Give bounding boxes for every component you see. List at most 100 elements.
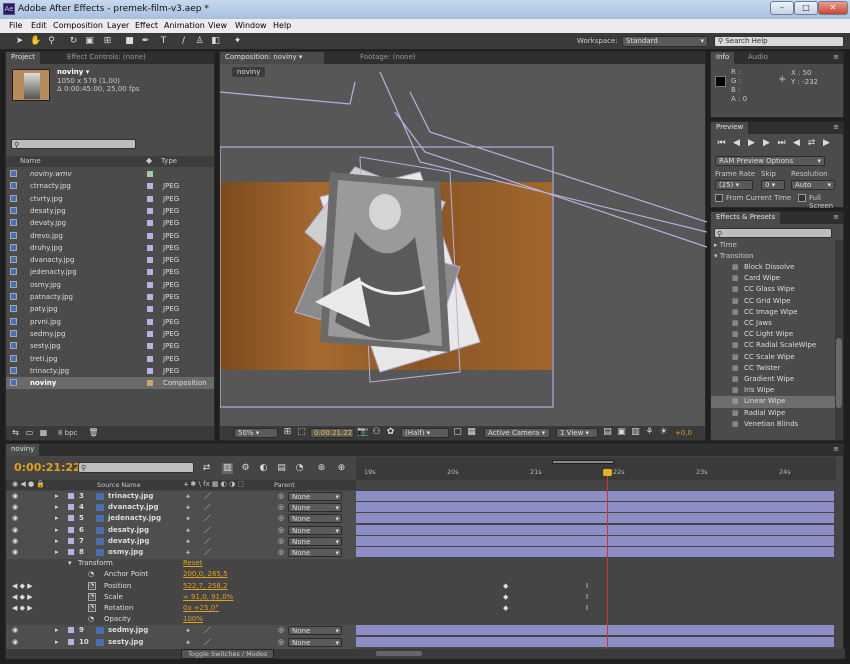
- project-list-item[interactable]: ctvrty.jpg JPEG: [6, 193, 214, 205]
- eye-icon[interactable]: ◉: [12, 514, 18, 522]
- new-composition-icon[interactable]: ▦: [38, 427, 49, 438]
- menu-help[interactable]: Help: [273, 21, 291, 30]
- clone-stamp-tool-icon[interactable]: ♙: [194, 36, 205, 47]
- label-color-swatch[interactable]: [147, 355, 153, 362]
- panel-menu-icon[interactable]: ≡: [833, 53, 839, 61]
- quality-switch-icon[interactable]: ／: [204, 625, 211, 635]
- zoom-slider[interactable]: [376, 651, 422, 656]
- shy-switch-icon[interactable]: ⚹: [186, 626, 190, 635]
- layer-duration-bar[interactable]: [356, 636, 834, 647]
- motion-blur-icon[interactable]: ◔: [294, 463, 305, 474]
- project-item-name[interactable]: noviny ▾: [57, 68, 89, 76]
- shy-switch-icon[interactable]: ⚹: [186, 514, 190, 523]
- keyframe-marker[interactable]: I: [586, 604, 588, 612]
- first-frame-icon[interactable]: ⏮: [716, 138, 727, 149]
- expand-triangle-icon[interactable]: ▸: [55, 548, 59, 556]
- work-area-bar[interactable]: [552, 460, 614, 464]
- play-icon[interactable]: ▶: [746, 138, 757, 149]
- project-list-item[interactable]: sedmy.jpg JPEG: [6, 328, 214, 340]
- mute-audio-icon[interactable]: ◀: [791, 138, 802, 149]
- frame-blending-icon[interactable]: ▤: [276, 463, 287, 474]
- layer-name[interactable]: devaty.jpg: [108, 537, 149, 545]
- project-list-item[interactable]: prvni.jpg JPEG: [6, 316, 214, 328]
- effects-search-input[interactable]: ⚲: [714, 228, 832, 238]
- label-color-swatch[interactable]: [147, 195, 153, 202]
- color-channel-icon[interactable]: ✿: [385, 427, 396, 438]
- brush-tool-icon[interactable]: /: [178, 36, 189, 47]
- timeline-timecode[interactable]: 0:00:21:22: [14, 461, 81, 474]
- effect-item[interactable]: ▦ Radial Wipe: [711, 408, 835, 420]
- live-update-icon[interactable]: ▥: [222, 463, 233, 474]
- parent-dropdown[interactable]: None ▾: [288, 536, 342, 546]
- transform-group[interactable]: ▾ Transform Reset: [6, 558, 356, 570]
- draft-3d-icon[interactable]: ⚙: [240, 463, 251, 474]
- stopwatch-icon[interactable]: ◔: [88, 570, 94, 578]
- previous-frame-icon[interactable]: ◀: [731, 138, 742, 149]
- search-help-input[interactable]: ⚲ Search Help: [714, 36, 844, 47]
- close-button[interactable]: ✕: [818, 1, 848, 15]
- label-color-swatch[interactable]: [147, 281, 153, 288]
- effect-item[interactable]: ▦ CC Light Wipe: [711, 329, 835, 341]
- quality-switch-icon[interactable]: ／: [204, 637, 211, 647]
- collapse-triangle-icon[interactable]: ▾: [68, 559, 72, 567]
- layer-row[interactable]: ◉ ▸ 4 dvanacty.jpg ⚹ ／ ◎ None ▾: [6, 502, 356, 515]
- parent-pickwhip-icon[interactable]: ◎: [278, 503, 284, 511]
- region-of-interest-icon[interactable]: ▢: [452, 427, 463, 438]
- quality-switch-icon[interactable]: ／: [204, 513, 211, 523]
- property-row[interactable]: ◔ Opacity 100%: [6, 614, 356, 626]
- group-transition[interactable]: ▾ Transition: [714, 252, 754, 260]
- project-list-item[interactable]: treti.jpg JPEG: [6, 353, 214, 365]
- next-frame-icon[interactable]: ▶: [761, 138, 772, 149]
- keyframe-marker[interactable]: I: [586, 582, 588, 590]
- expand-triangle-icon[interactable]: ▸: [55, 492, 59, 500]
- resolution-dropdown[interactable]: (Half) ▾: [401, 428, 449, 438]
- effect-item[interactable]: ▦ Card Wipe: [711, 273, 835, 285]
- label-color-swatch[interactable]: [68, 638, 74, 645]
- parent-pickwhip-icon[interactable]: ◎: [278, 638, 284, 646]
- selection-tool-icon[interactable]: ➤: [14, 36, 25, 47]
- label-color-swatch[interactable]: [147, 171, 153, 177]
- eraser-tool-icon[interactable]: ◧: [210, 36, 221, 47]
- transparency-grid-icon[interactable]: ▦: [466, 427, 477, 438]
- graph-editor-icon[interactable]: ⊛: [316, 463, 327, 474]
- layer-duration-bar[interactable]: [356, 502, 834, 513]
- property-value[interactable]: 0x +25,0°: [183, 604, 219, 612]
- workspace-dropdown[interactable]: Standard ▾: [622, 36, 708, 47]
- label-color-swatch[interactable]: [147, 220, 153, 227]
- layer-name[interactable]: sesty.jpg: [108, 638, 143, 646]
- label-color-swatch[interactable]: [147, 232, 153, 239]
- tab-timeline-noviny[interactable]: noviny: [6, 444, 40, 456]
- trash-icon[interactable]: 🗑: [88, 427, 99, 438]
- shy-switch-icon[interactable]: ⚹: [186, 537, 190, 546]
- quality-switch-icon[interactable]: ／: [204, 547, 211, 557]
- quality-switch-icon[interactable]: ／: [204, 491, 211, 501]
- property-row[interactable]: ◀ ◆ ▶ ◔ Position 522,7, 258,2: [6, 581, 356, 593]
- label-color-swatch[interactable]: [147, 380, 153, 387]
- tab-audio[interactable]: Audio: [743, 52, 773, 64]
- current-time-indicator[interactable]: [607, 472, 608, 652]
- expand-triangle-icon[interactable]: ▸: [55, 514, 59, 522]
- label-color-swatch[interactable]: [147, 318, 153, 325]
- parent-dropdown[interactable]: None ▾: [288, 626, 342, 636]
- layer-row[interactable]: ◉ ▸ 3 trinacty.jpg ⚹ ／ ◎ None ▾: [6, 491, 356, 503]
- zoom-dropdown[interactable]: 50% ▾: [234, 428, 278, 438]
- property-value[interactable]: 100%: [183, 615, 203, 623]
- layer-name[interactable]: dvanacty.jpg: [108, 503, 159, 511]
- project-list-item[interactable]: desaty.jpg JPEG: [6, 205, 214, 217]
- keyframe-navigator-icon[interactable]: ◀ ◆ ▶: [12, 604, 33, 612]
- stopwatch-icon[interactable]: ◔: [88, 592, 96, 601]
- property-row[interactable]: ◔ Anchor Point 200,0, 265,5: [6, 569, 356, 581]
- shy-switch-icon[interactable]: ⚹: [186, 526, 190, 535]
- parent-dropdown[interactable]: None ▾: [288, 637, 342, 647]
- label-color-swatch[interactable]: [68, 526, 74, 533]
- layer-duration-bar[interactable]: [356, 524, 834, 535]
- rotate-tool-icon[interactable]: ↻: [68, 36, 79, 47]
- effect-item[interactable]: ▦ CC Jaws: [711, 318, 835, 330]
- label-color-swatch[interactable]: [147, 330, 153, 337]
- parent-pickwhip-icon[interactable]: ◎: [278, 626, 284, 634]
- property-value[interactable]: 200,0, 265,5: [183, 570, 228, 578]
- parent-dropdown[interactable]: None ▾: [288, 514, 342, 524]
- layer-duration-bar[interactable]: [356, 535, 834, 546]
- project-list-item[interactable]: sesty.jpg JPEG: [6, 340, 214, 352]
- keyframe-marker[interactable]: ◆: [503, 593, 508, 601]
